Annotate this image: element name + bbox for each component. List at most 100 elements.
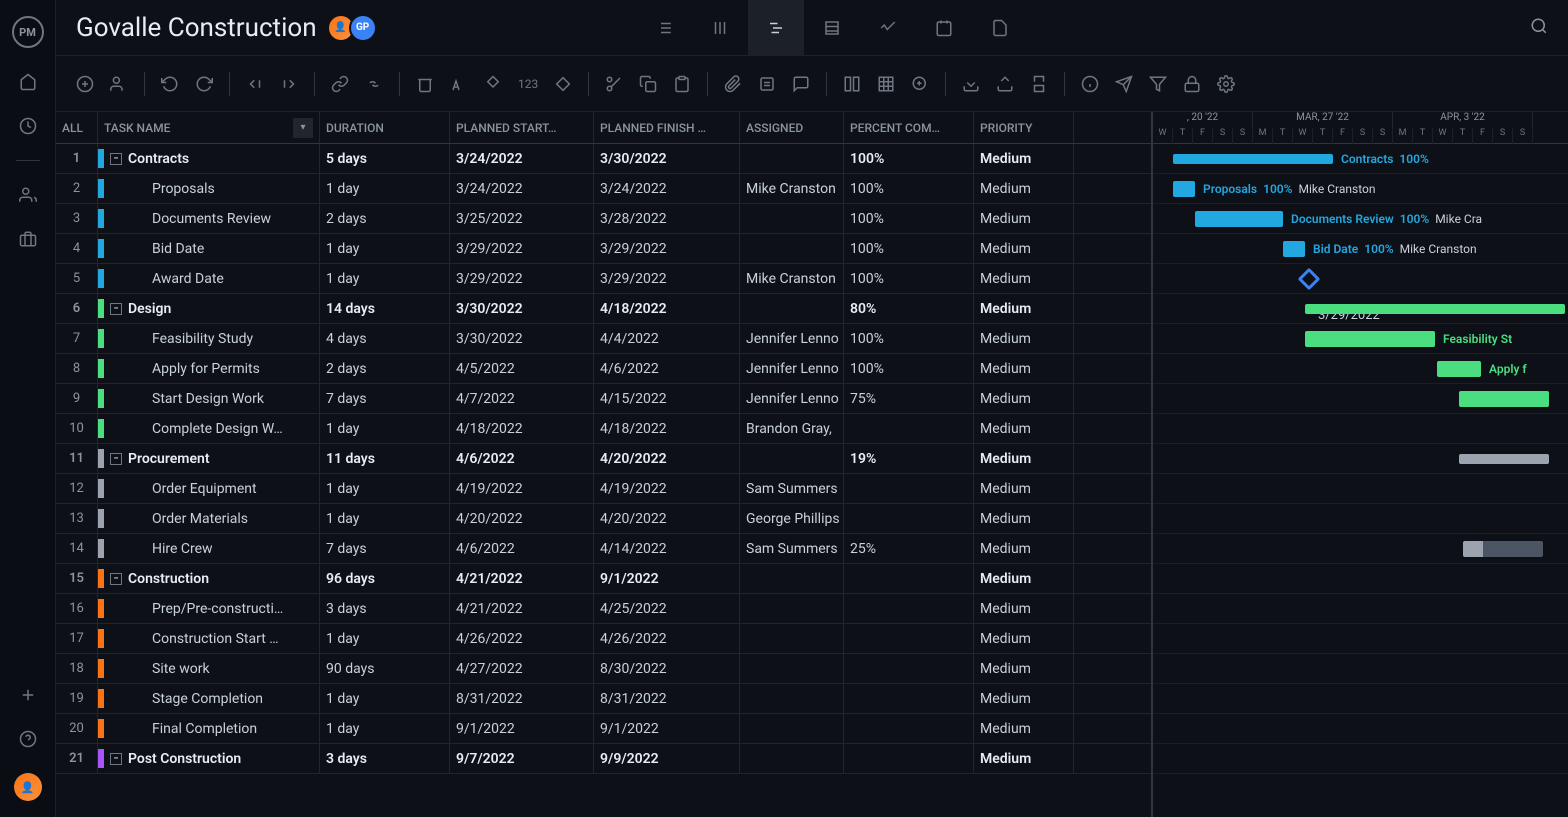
copy-icon[interactable]	[639, 75, 657, 93]
project-title: Govalle Construction	[76, 13, 317, 43]
files-view-tab[interactable]	[972, 0, 1028, 56]
gantt-bar[interactable]: Contracts100%	[1173, 154, 1333, 164]
calendar-view-tab[interactable]	[916, 0, 972, 56]
attachment-icon[interactable]	[724, 75, 742, 93]
table-row[interactable]: 13Order Materials1 day4/20/20224/20/2022…	[56, 504, 1151, 534]
comment-icon[interactable]	[792, 75, 810, 93]
zoom-icon[interactable]	[911, 75, 929, 93]
team-icon[interactable]	[18, 185, 38, 205]
gantt-bar[interactable]: Bid Date100%Mike Cranston	[1283, 241, 1305, 257]
col-percent[interactable]: PERCENT COM…	[844, 112, 974, 143]
table-row[interactable]: 20Final Completion1 day9/1/20229/1/2022M…	[56, 714, 1151, 744]
table-row[interactable]: 3Documents Review2 days3/25/20223/28/202…	[56, 204, 1151, 234]
number-format-label[interactable]: 123	[518, 77, 538, 91]
col-task[interactable]: TASK NAME ▾	[98, 112, 320, 143]
col-start[interactable]: PLANNED START…	[450, 112, 594, 143]
table-row[interactable]: 2Proposals1 day3/24/20223/24/2022Mike Cr…	[56, 174, 1151, 204]
table-row[interactable]: 10Complete Design W…1 day4/18/20224/18/2…	[56, 414, 1151, 444]
collapse-icon[interactable]: −	[110, 573, 122, 585]
collapse-icon[interactable]: −	[110, 753, 122, 765]
collapse-icon[interactable]: −	[110, 453, 122, 465]
table-row[interactable]: 18Site work90 days4/27/20228/30/2022Medi…	[56, 654, 1151, 684]
shape-icon[interactable]	[554, 75, 572, 93]
table-row[interactable]: 6−Design14 days3/30/20224/18/202280%Medi…	[56, 294, 1151, 324]
add-person-icon[interactable]	[110, 75, 128, 93]
collapse-icon[interactable]: −	[110, 153, 122, 165]
gantt-bar[interactable]	[1463, 541, 1543, 557]
recent-icon[interactable]	[18, 116, 38, 136]
gantt-bar[interactable]: Apply f	[1437, 361, 1481, 377]
dashboard-view-tab[interactable]	[860, 0, 916, 56]
columns-icon[interactable]	[843, 75, 861, 93]
grid-icon[interactable]	[877, 75, 895, 93]
col-all[interactable]: ALL	[56, 112, 98, 143]
import-icon[interactable]	[962, 75, 980, 93]
help-icon[interactable]	[18, 729, 38, 749]
col-duration[interactable]: DURATION	[320, 112, 450, 143]
gantt-bar[interactable]	[1459, 391, 1549, 407]
gantt-bar[interactable]	[1305, 304, 1565, 314]
table-row[interactable]: 4Bid Date1 day3/29/20223/29/2022100%Medi…	[56, 234, 1151, 264]
settings-icon[interactable]	[1217, 75, 1235, 93]
gantt-view-tab[interactable]	[748, 0, 804, 56]
table-row[interactable]: 21−Post Construction3 days9/7/20229/9/20…	[56, 744, 1151, 774]
search-icon[interactable]	[1530, 17, 1548, 39]
project-members[interactable]: 👤 GP	[333, 14, 377, 42]
unlink-icon[interactable]	[365, 75, 383, 93]
col-priority[interactable]: PRIORITY	[974, 112, 1074, 143]
delete-icon[interactable]	[416, 75, 434, 93]
collapse-icon[interactable]: −	[110, 303, 122, 315]
undo-icon[interactable]	[161, 75, 179, 93]
table-row[interactable]: 17Construction Start …1 day4/26/20224/26…	[56, 624, 1151, 654]
grid-header: ALL TASK NAME ▾ DURATION PLANNED START… …	[56, 112, 1151, 144]
col-finish[interactable]: PLANNED FINISH …	[594, 112, 740, 143]
paste-icon[interactable]	[673, 75, 691, 93]
col-assigned[interactable]: ASSIGNED	[740, 112, 844, 143]
lock-icon[interactable]	[1183, 75, 1201, 93]
redo-icon[interactable]	[195, 75, 213, 93]
note-icon[interactable]	[758, 75, 776, 93]
link-icon[interactable]	[331, 75, 349, 93]
table-row[interactable]: 1−Contracts5 days3/24/20223/30/2022100%M…	[56, 144, 1151, 174]
table-row[interactable]: 15−Construction96 days4/21/20229/1/2022M…	[56, 564, 1151, 594]
table-row[interactable]: 8Apply for Permits2 days4/5/20224/6/2022…	[56, 354, 1151, 384]
gantt-header: , 20 '22MAR, 27 '22APR, 3 '22 WTFSSMTWTF…	[1153, 112, 1568, 144]
milestone-marker[interactable]: 3/29/2022	[1298, 268, 1321, 291]
left-sidebar: PM 👤	[0, 0, 56, 817]
send-icon[interactable]	[1115, 75, 1133, 93]
table-row[interactable]: 9Start Design Work7 days4/7/20224/15/202…	[56, 384, 1151, 414]
filter-icon[interactable]	[1149, 75, 1167, 93]
briefcase-icon[interactable]	[18, 229, 38, 249]
info-icon[interactable]	[1081, 75, 1099, 93]
cut-icon[interactable]	[605, 75, 623, 93]
gantt-bar[interactable]	[1459, 454, 1549, 464]
board-view-tab[interactable]	[692, 0, 748, 56]
gantt-body[interactable]: Contracts100% Proposals100%Mike CranstonD…	[1153, 144, 1568, 774]
outdent-icon[interactable]	[246, 75, 264, 93]
text-color-icon[interactable]	[450, 75, 468, 93]
table-row[interactable]: 12Order Equipment1 day4/19/20224/19/2022…	[56, 474, 1151, 504]
table-row[interactable]: 7Feasibility Study4 days3/30/20224/4/202…	[56, 324, 1151, 354]
gantt-bar[interactable]: Documents Review100%Mike Cra	[1195, 211, 1283, 227]
chevron-down-icon[interactable]: ▾	[293, 118, 313, 138]
table-row[interactable]: 14Hire Crew7 days4/6/20224/14/2022Sam Su…	[56, 534, 1151, 564]
grid-body: 1−Contracts5 days3/24/20223/30/2022100%M…	[56, 144, 1151, 817]
pm-logo[interactable]: PM	[12, 16, 44, 48]
gantt-bar[interactable]: Proposals100%Mike Cranston	[1173, 181, 1195, 197]
user-avatar[interactable]: 👤	[14, 773, 42, 801]
indent-icon[interactable]	[280, 75, 298, 93]
table-row[interactable]: 5Award Date1 day3/29/20223/29/2022Mike C…	[56, 264, 1151, 294]
print-icon[interactable]	[1030, 75, 1048, 93]
table-row[interactable]: 16Prep/Pre-constructi…3 days4/21/20224/2…	[56, 594, 1151, 624]
table-row[interactable]: 11−Procurement11 days4/6/20224/20/202219…	[56, 444, 1151, 474]
export-icon[interactable]	[996, 75, 1014, 93]
fill-color-icon[interactable]	[484, 75, 502, 93]
gantt-bar[interactable]: Feasibility St	[1305, 331, 1435, 347]
plus-icon[interactable]	[18, 685, 38, 705]
add-task-icon[interactable]	[76, 75, 94, 93]
list-view-tab[interactable]	[636, 0, 692, 56]
sheet-view-tab[interactable]	[804, 0, 860, 56]
view-tabs	[636, 0, 1028, 56]
table-row[interactable]: 19Stage Completion1 day8/31/20228/31/202…	[56, 684, 1151, 714]
home-icon[interactable]	[18, 72, 38, 92]
